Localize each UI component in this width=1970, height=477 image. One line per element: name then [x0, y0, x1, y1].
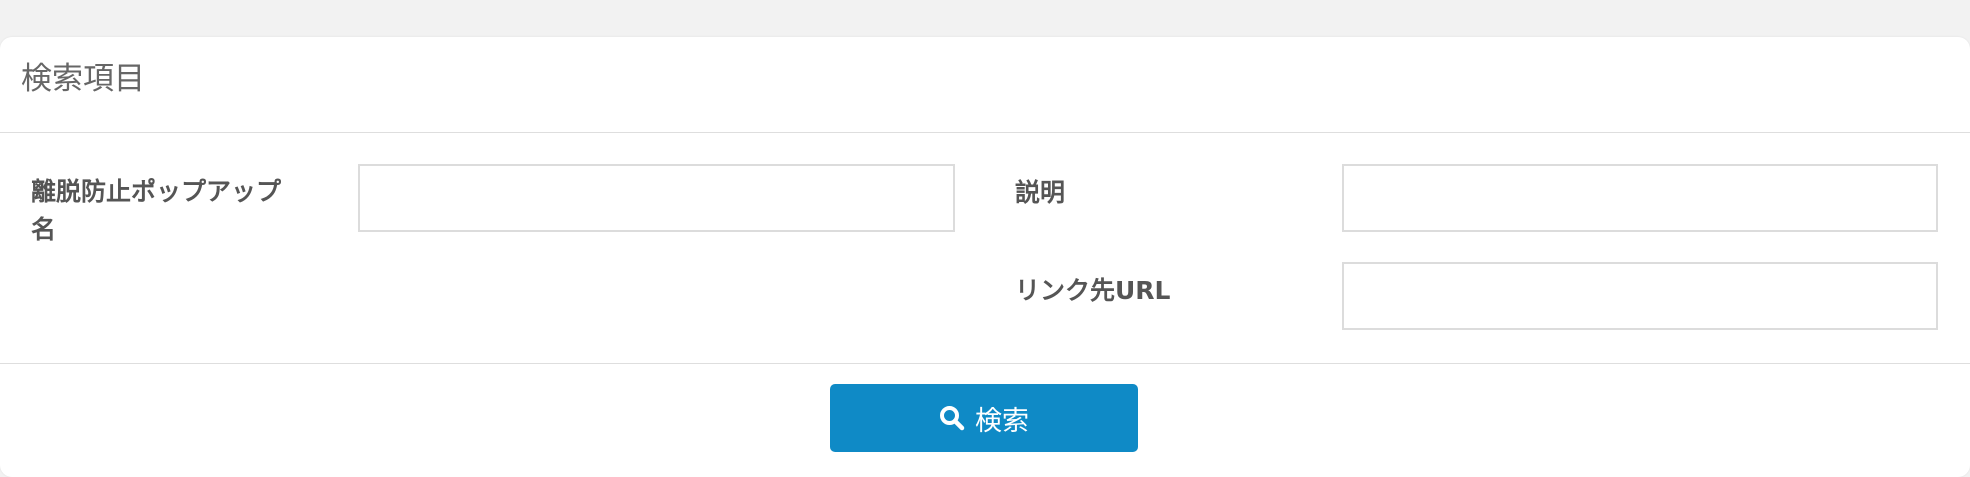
- search-button[interactable]: 検索: [830, 384, 1138, 452]
- description-input[interactable]: [1342, 164, 1938, 232]
- popup-name-input[interactable]: [358, 164, 955, 232]
- popup-name-label: 離脱防止ポップアップ名: [31, 177, 282, 244]
- search-icon: [939, 405, 965, 431]
- search-form: 離脱防止ポップアップ名 説明 リンク先URL: [0, 133, 1970, 364]
- link-url-input[interactable]: [1342, 262, 1938, 330]
- panel-title: 検索項目: [21, 61, 145, 97]
- panel-header: 検索項目: [0, 37, 1970, 133]
- link-url-label: リンク先URL: [1015, 276, 1171, 305]
- description-label: 説明: [1015, 178, 1066, 207]
- search-panel: 検索項目 離脱防止ポップアップ名 説明 リンク先URL 検索: [0, 37, 1970, 477]
- panel-footer: 検索: [0, 364, 1970, 474]
- search-button-label: 検索: [975, 405, 1029, 437]
